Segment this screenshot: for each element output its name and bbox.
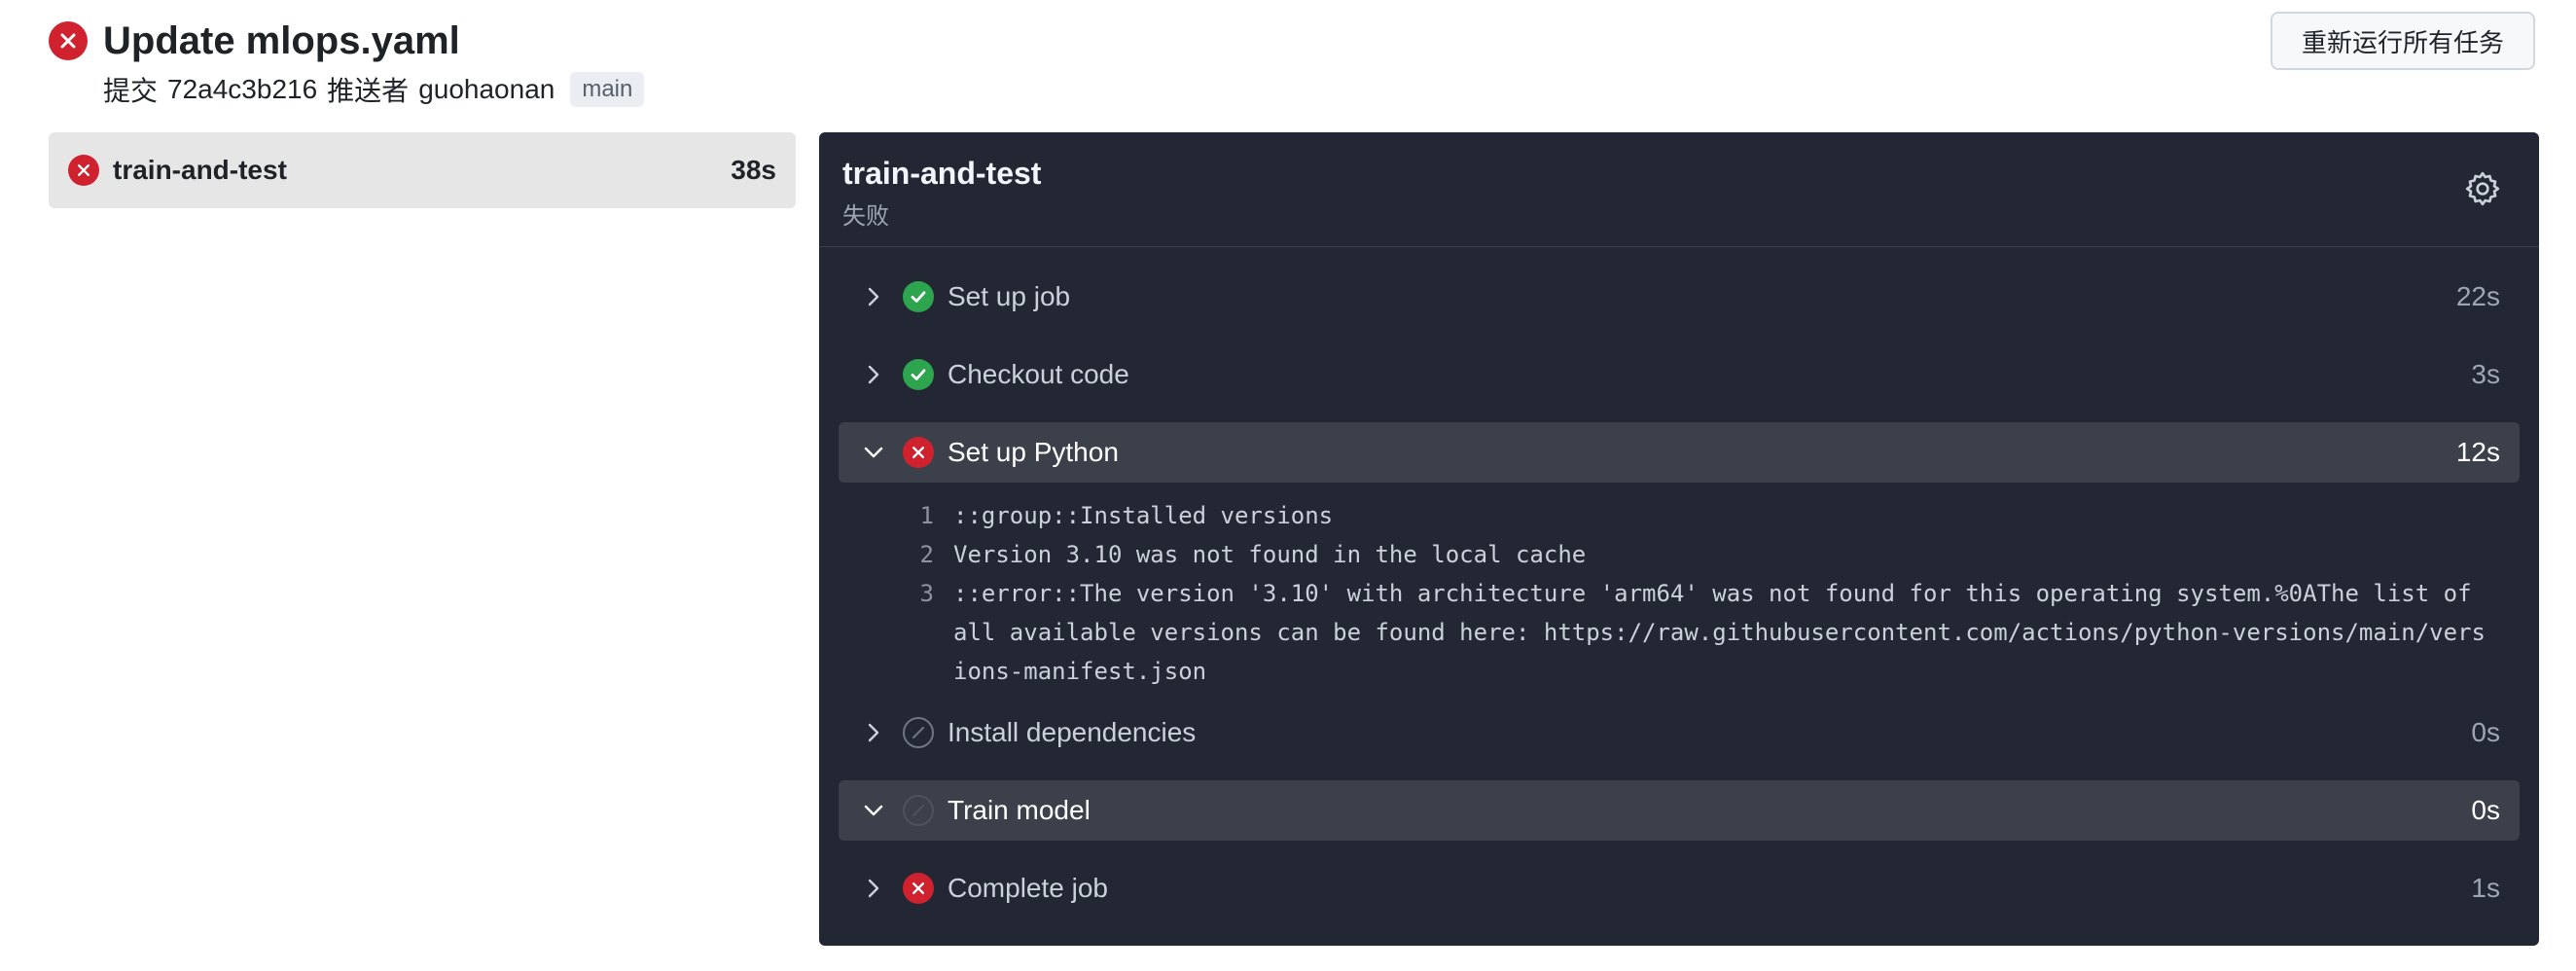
step-name: Train model xyxy=(948,795,1091,825)
log-line-text: ::group::Installed versions xyxy=(953,502,1334,529)
log-line: 3 ::error::The version '3.10' with archi… xyxy=(839,574,2494,691)
branch-badge[interactable]: main xyxy=(570,72,645,107)
chevron-right-icon xyxy=(862,721,885,744)
steps-list: Set up job 22s Checkout code 3s Set up P… xyxy=(819,267,2539,918)
log-line: 1 ::group::Installed versions xyxy=(839,496,2494,535)
chevron-right-icon xyxy=(862,877,885,900)
failure-icon xyxy=(903,873,934,904)
job-log-status: 失败 xyxy=(842,203,889,230)
run-meta: 提交 72a4c3b216 推送者 guohaonan main xyxy=(103,70,645,109)
step-name: Set up job xyxy=(948,281,1071,311)
rerun-all-jobs-button[interactable]: 重新运行所有任务 xyxy=(2270,12,2535,70)
skipped-icon xyxy=(903,717,934,748)
workflow-run-page: Update mlops.yaml 提交 72a4c3b216 推送者 guoh… xyxy=(0,0,2576,971)
chevron-down-icon xyxy=(862,441,885,464)
step-time: 3s xyxy=(2471,359,2500,389)
log-line-text: ::error::The version '3.10' with archite… xyxy=(953,580,2486,685)
run-header: Update mlops.yaml 提交 72a4c3b216 推送者 guoh… xyxy=(49,12,2535,115)
step-time: 12s xyxy=(2455,437,2500,467)
step-name: Set up Python xyxy=(948,437,1119,467)
commit-prefix: 提交 xyxy=(103,76,159,106)
log-line-number[interactable]: 3 xyxy=(839,574,953,691)
check-icon xyxy=(903,281,934,312)
step-name: Checkout code xyxy=(948,359,1129,389)
failure-status-icon xyxy=(49,21,88,60)
step-time: 0s xyxy=(2471,795,2500,825)
step-set-up-python[interactable]: Set up Python 12s xyxy=(839,422,2520,483)
chevron-down-icon xyxy=(862,799,885,822)
commit-hash[interactable]: 72a4c3b216 xyxy=(167,74,317,105)
step-time: 1s xyxy=(2471,873,2500,903)
run-title: Update mlops.yaml xyxy=(103,19,460,62)
step-train-model[interactable]: Train model 0s xyxy=(839,780,2520,841)
job-log-title: train-and-test xyxy=(842,156,1042,191)
pusher-name[interactable]: guohaonan xyxy=(418,74,555,105)
step-log: 1 ::group::Installed versions 2 Version … xyxy=(839,483,2520,695)
chevron-right-icon xyxy=(862,363,885,386)
step-install-dependencies[interactable]: Install dependencies 0s xyxy=(839,702,2520,763)
log-line-number[interactable]: 1 xyxy=(839,496,953,535)
chevron-right-icon xyxy=(862,285,885,308)
check-icon xyxy=(903,359,934,390)
failure-icon xyxy=(903,437,934,468)
gear-icon[interactable] xyxy=(2463,169,2502,208)
job-duration: 38s xyxy=(731,155,776,185)
job-list-item[interactable]: train-and-test 38s xyxy=(49,132,796,208)
log-line-text: Version 3.10 was not found in the local … xyxy=(953,541,1587,568)
job-log-panel: train-and-test 失败 Set up job 22s Checkou… xyxy=(819,132,2539,946)
step-time: 0s xyxy=(2471,717,2500,747)
step-name: Complete job xyxy=(948,873,1108,903)
log-line-number[interactable]: 2 xyxy=(839,535,953,574)
step-set-up-job[interactable]: Set up job 22s xyxy=(839,267,2520,327)
failure-status-icon xyxy=(68,155,99,186)
step-name: Install dependencies xyxy=(948,717,1197,747)
step-checkout-code[interactable]: Checkout code 3s xyxy=(839,344,2520,405)
pusher-prefix: 推送者 xyxy=(327,76,410,106)
job-log-header: train-and-test 失败 xyxy=(819,132,2539,247)
skipped-icon xyxy=(903,795,934,826)
step-complete-job[interactable]: Complete job 1s xyxy=(839,858,2520,918)
job-name: train-and-test xyxy=(113,155,287,185)
step-time: 22s xyxy=(2455,281,2500,311)
log-line: 2 Version 3.10 was not found in the loca… xyxy=(839,535,2494,574)
